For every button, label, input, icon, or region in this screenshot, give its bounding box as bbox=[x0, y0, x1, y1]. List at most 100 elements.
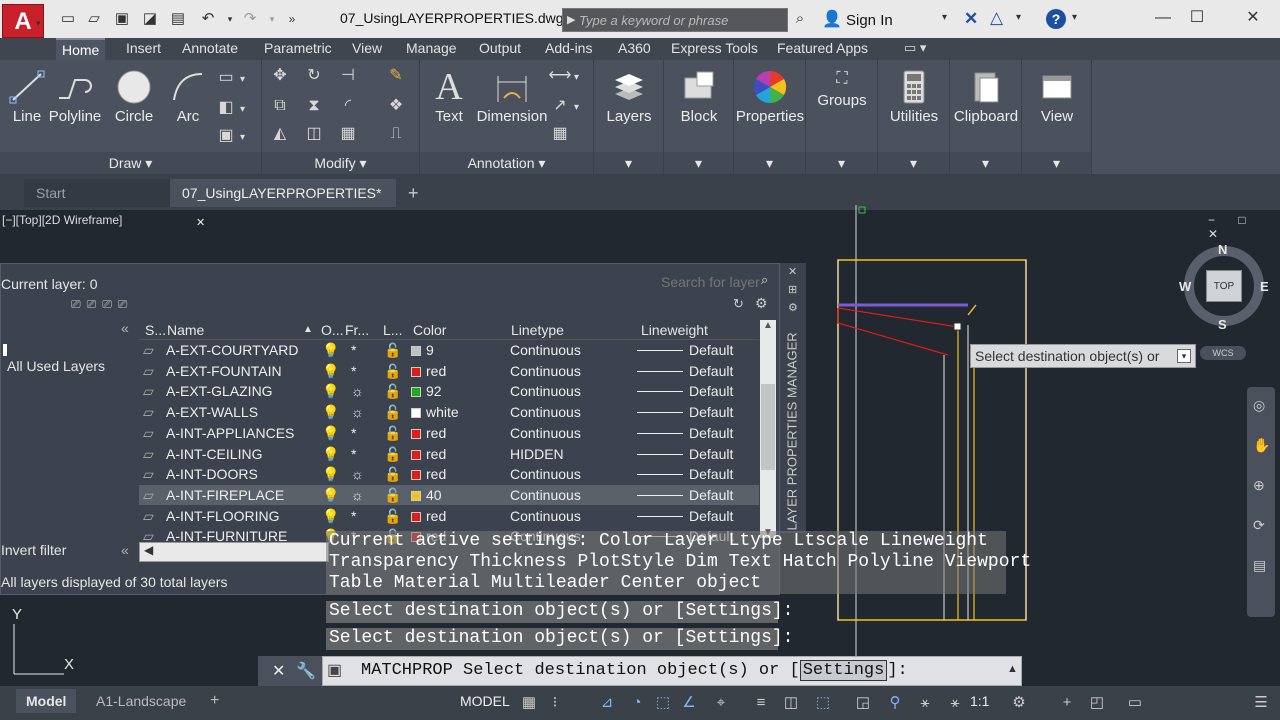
compass-west[interactable]: W bbox=[1179, 279, 1191, 294]
isolate-objects-icon[interactable]: ◰ bbox=[1086, 692, 1108, 714]
rectangle-dropdown-icon[interactable]: ▾ bbox=[240, 74, 245, 85]
layers-button[interactable]: Layers bbox=[594, 62, 664, 150]
rectangle-icon[interactable]: ▭ bbox=[214, 66, 238, 90]
layer-freeze-icon[interactable]: ☼ bbox=[351, 402, 364, 422]
linear-dimension-icon[interactable]: ⟷ bbox=[548, 64, 572, 88]
layer-name[interactable]: A-INT-FLOORING bbox=[166, 506, 280, 526]
layers-panel[interactable]: Layers ▾ bbox=[594, 60, 664, 174]
groups-button[interactable]: ⛶ Groups bbox=[806, 62, 878, 150]
properties-button[interactable]: Properties bbox=[734, 62, 806, 150]
command-history-toggle-icon[interactable]: ▲ bbox=[1007, 663, 1018, 675]
layer-name[interactable]: A-INT-CEILING bbox=[166, 444, 262, 464]
layer-color[interactable]: red bbox=[411, 464, 446, 484]
scrollbar-thumb[interactable] bbox=[761, 384, 775, 470]
compass-north[interactable]: N bbox=[1218, 242, 1227, 257]
close-command-line-icon[interactable]: ✕ bbox=[272, 661, 285, 681]
tab-featured-apps[interactable]: Featured Apps bbox=[771, 38, 874, 60]
layer-unlocked-icon[interactable]: 🔓 bbox=[384, 464, 401, 484]
layer-lineweight[interactable]: Default bbox=[637, 381, 733, 401]
settings-gear-icon[interactable]: ⚙ bbox=[755, 295, 768, 312]
undo-icon[interactable]: ↶ bbox=[198, 10, 218, 28]
offset-icon[interactable]: ⎍ bbox=[384, 122, 408, 146]
zoom-extents-icon[interactable]: ⊕ bbox=[1253, 477, 1265, 494]
layer-name[interactable]: A-EXT-COURTYARD bbox=[166, 340, 299, 360]
layer-freeze-icon[interactable]: * bbox=[351, 444, 356, 464]
layer-unlocked-icon[interactable]: 🔓 bbox=[384, 361, 401, 381]
layer-lineweight[interactable]: Default bbox=[637, 485, 733, 505]
layer-color[interactable]: white bbox=[411, 402, 459, 422]
layer-on-bulb-icon[interactable]: 💡 bbox=[322, 423, 339, 443]
layer-status-icon[interactable]: ▱ bbox=[143, 423, 154, 443]
utilities-button[interactable]: Utilities bbox=[878, 62, 950, 150]
layer-freeze-icon[interactable]: * bbox=[351, 506, 356, 526]
ribbon-minimize-icon[interactable]: ▭ ▾ bbox=[904, 40, 926, 56]
compass-south[interactable]: S bbox=[1218, 317, 1227, 332]
layer-on-bulb-icon[interactable]: 💡 bbox=[322, 485, 339, 505]
tab-manage[interactable]: Manage bbox=[400, 38, 463, 60]
new-file-icon[interactable]: ▭ bbox=[58, 10, 78, 28]
redo-icon[interactable]: ↷ bbox=[240, 10, 260, 28]
draw-panel-footer[interactable]: Draw ▾ bbox=[0, 152, 261, 174]
rotate-icon[interactable]: ↻ bbox=[302, 64, 326, 88]
block-button[interactable]: Block bbox=[664, 62, 734, 150]
hatch-icon[interactable]: ◧ bbox=[214, 96, 238, 120]
annotation-monitor-icon[interactable]: + bbox=[1056, 692, 1078, 714]
layer-row[interactable]: ▱ A-EXT-COURTYARD 💡 * 🔓 9 Continuous Default bbox=[139, 340, 759, 361]
filter-all-used-layers[interactable]: All Used Layers bbox=[7, 358, 105, 374]
wcs-menu[interactable]: WCS bbox=[1200, 346, 1246, 360]
tab-insert[interactable]: Insert bbox=[120, 38, 167, 60]
object-snap-icon[interactable]: ⌖ bbox=[710, 692, 732, 714]
layer-linetype[interactable]: Continuous bbox=[510, 361, 581, 381]
layer-name[interactable]: A-EXT-WALLS bbox=[166, 402, 258, 422]
tooltip-dropdown-icon[interactable]: ▾ bbox=[1177, 349, 1191, 363]
close-tab-icon[interactable]: ✕ bbox=[196, 217, 205, 229]
tab-output[interactable]: Output bbox=[473, 38, 527, 60]
groups-panel[interactable]: ⛶ Groups ▾ bbox=[806, 60, 878, 174]
layer-freeze-icon[interactable]: * bbox=[351, 340, 356, 360]
layer-lineweight[interactable]: Default bbox=[637, 423, 733, 443]
exchange-apps-icon[interactable]: ✕ bbox=[964, 9, 978, 29]
search-box[interactable]: ▶ bbox=[562, 8, 788, 32]
layer-linetype[interactable]: Continuous bbox=[510, 464, 581, 484]
steering-wheel-icon[interactable]: ◎ bbox=[1253, 397, 1265, 414]
table-icon[interactable]: ▦ bbox=[548, 122, 572, 146]
tab-express-tools[interactable]: Express Tools bbox=[665, 38, 764, 60]
col-lineweight[interactable]: Lineweight bbox=[641, 320, 708, 340]
layer-row[interactable]: ▱ A-EXT-GLAZING 💡 ☼ 🔓 92 Continuous Default bbox=[139, 381, 759, 402]
layer-freeze-icon[interactable]: ☼ bbox=[351, 464, 364, 484]
layer-table-scrollbar[interactable]: ▲ ▼ bbox=[760, 320, 776, 538]
layer-on-bulb-icon[interactable]: 💡 bbox=[322, 506, 339, 526]
3d-osnap-icon[interactable]: ◲ bbox=[852, 692, 874, 714]
layer-linetype[interactable]: Continuous bbox=[510, 402, 581, 422]
scroll-left-icon[interactable]: ◀ bbox=[144, 543, 153, 557]
refresh-icon[interactable]: ↻ bbox=[733, 296, 744, 312]
layer-unlocked-icon[interactable]: 🔓 bbox=[384, 381, 401, 401]
utilities-panel-footer[interactable]: ▾ bbox=[878, 152, 949, 174]
close-window-button[interactable]: ✕ bbox=[1230, 2, 1276, 34]
layer-name[interactable]: A-EXT-FOUNTAIN bbox=[166, 361, 282, 381]
pan-icon[interactable]: ✋ bbox=[1253, 437, 1270, 454]
utilities-panel[interactable]: Utilities ▾ bbox=[878, 60, 950, 174]
layer-linetype[interactable]: Continuous bbox=[510, 381, 581, 401]
layer-status-icon[interactable]: ▱ bbox=[143, 361, 154, 381]
layer-freeze-icon[interactable]: * bbox=[351, 423, 356, 443]
layer-name[interactable]: A-INT-APPLIANCES bbox=[166, 423, 294, 443]
sign-in-dropdown-icon[interactable]: ▾ bbox=[942, 12, 947, 23]
region-dropdown-icon[interactable]: ▾ bbox=[240, 132, 245, 143]
layer-status-icon[interactable]: ▱ bbox=[143, 485, 154, 505]
layer-row[interactable]: ▱ A-INT-CEILING 💡 * 🔓 red HIDDEN Default bbox=[139, 444, 759, 465]
a360-dropdown-icon[interactable]: ▾ bbox=[1016, 12, 1021, 23]
layer-lineweight[interactable]: Default bbox=[637, 340, 733, 360]
layer-unlocked-icon[interactable]: 🔓 bbox=[384, 485, 401, 505]
tab-view[interactable]: View bbox=[346, 38, 388, 60]
clipboard-panel-footer[interactable]: ▾ bbox=[950, 152, 1021, 174]
snap-icon[interactable]: ⁝ bbox=[544, 692, 566, 714]
stretch-icon[interactable]: ◭ bbox=[268, 122, 292, 146]
view-panel-footer[interactable]: ▾ bbox=[1022, 152, 1091, 174]
layer-on-bulb-icon[interactable]: 💡 bbox=[322, 402, 339, 422]
collapse-filter-icon[interactable]: « bbox=[121, 320, 129, 336]
search-input[interactable] bbox=[579, 9, 784, 31]
orbit-icon[interactable]: ⟳ bbox=[1253, 517, 1265, 534]
layer-lineweight[interactable]: Default bbox=[637, 464, 733, 484]
horizontal-scrollbar[interactable]: ◀ bbox=[139, 542, 329, 562]
